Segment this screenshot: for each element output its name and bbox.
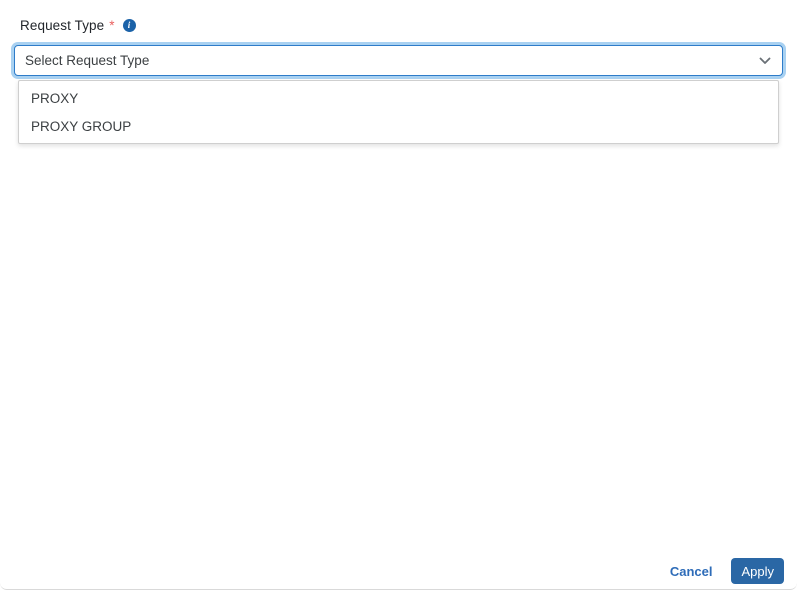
- dropdown-option-proxy[interactable]: PROXY: [19, 84, 778, 112]
- cancel-button[interactable]: Cancel: [670, 564, 713, 579]
- request-type-select[interactable]: Select Request Type: [14, 45, 783, 76]
- chevron-down-icon[interactable]: [748, 53, 782, 69]
- request-type-label-row: Request Type * i: [20, 18, 136, 33]
- info-icon[interactable]: i: [122, 19, 136, 32]
- request-type-label: Request Type: [20, 18, 105, 33]
- apply-button[interactable]: Apply: [731, 558, 784, 584]
- request-type-select-placeholder: Select Request Type: [25, 53, 150, 68]
- dropdown-option-proxy-group[interactable]: PROXY GROUP: [19, 112, 778, 140]
- dialog-footer: Cancel Apply: [670, 558, 784, 584]
- request-type-dropdown: PROXY PROXY GROUP: [18, 80, 779, 144]
- request-type-dialog: Request Type * i Select Request Type PRO…: [0, 0, 797, 590]
- required-asterisk: *: [109, 18, 115, 33]
